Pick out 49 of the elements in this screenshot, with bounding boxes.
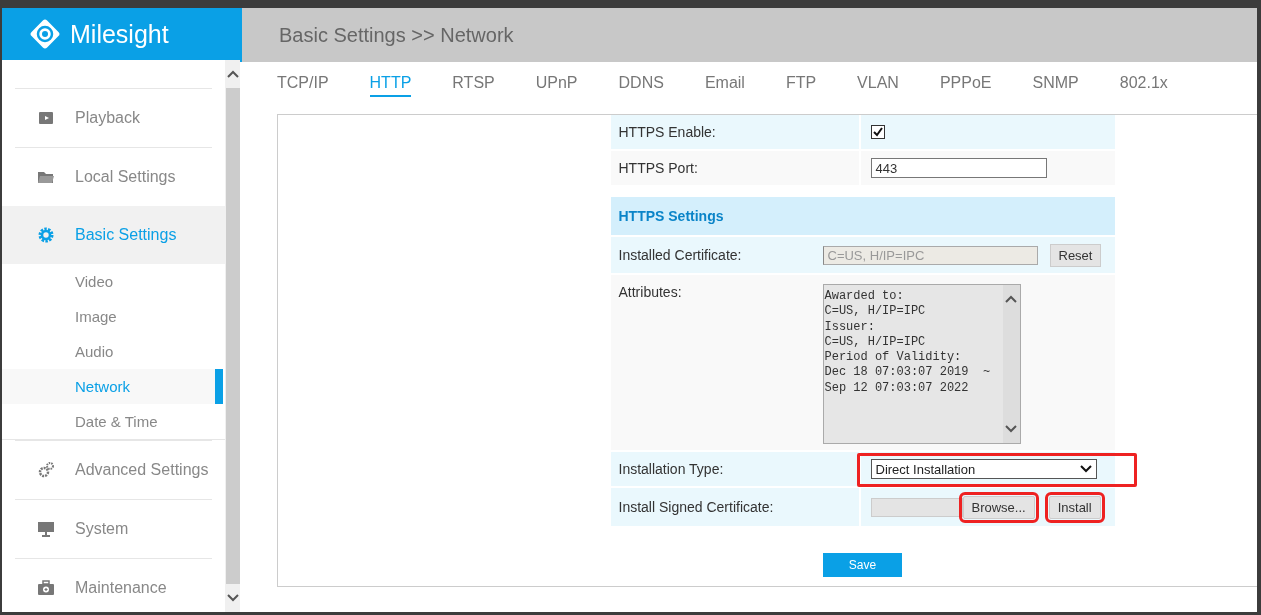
- file-path-field[interactable]: [870, 497, 963, 517]
- sidebar-subitem[interactable]: Video: [2, 264, 225, 299]
- field-label: Installation Type:: [610, 452, 859, 486]
- sidebar-subitem[interactable]: Audio: [2, 334, 225, 369]
- sidebar-subitem[interactable]: Date & Time: [2, 404, 225, 439]
- tab[interactable]: VLAN: [857, 73, 899, 97]
- scroll-down-icon[interactable]: [1005, 425, 1017, 433]
- sidebar-subitem[interactable]: Image: [2, 299, 225, 334]
- play-icon: [37, 109, 55, 127]
- sidebar-item[interactable]: Basic Settings: [2, 206, 225, 264]
- certificate-field: C=US, H/IP=IPC: [822, 245, 1038, 265]
- caret-icon: [1079, 465, 1092, 473]
- tab[interactable]: FTP: [785, 73, 817, 97]
- field-label: Attributes:: [617, 284, 683, 300]
- tab[interactable]: RTSP: [452, 73, 495, 97]
- sidebar-subitem[interactable]: Network: [2, 369, 223, 404]
- tab[interactable]: HTTP: [369, 73, 412, 97]
- page-title: Basic Settings >> Network: [279, 23, 514, 47]
- https-enable-checkbox[interactable]: [870, 125, 885, 139]
- gear-icon: [37, 226, 55, 244]
- field-label: Installed Certificate:: [617, 247, 743, 263]
- save-button[interactable]: Save: [823, 553, 902, 577]
- sidebar-item[interactable]: Maintenance: [15, 558, 212, 612]
- tab[interactable]: DDNS: [618, 73, 664, 97]
- installation-type-dropdown[interactable]: Direct Installation: [870, 459, 1097, 479]
- gears-icon: [37, 461, 55, 479]
- scroll-down-icon[interactable]: [226, 592, 239, 604]
- field-label: HTTPS Port:: [610, 151, 859, 185]
- attributes-text-area[interactable]: Awarded to: C=US, H/IP=IPC Issuer: C=US, H/IP=IPC Period of Validity: Dec 18 07:03:07 2019 ~ Sep 12 07:03:07 2022: [822, 284, 1021, 444]
- tab[interactable]: TCP/IP: [277, 73, 329, 97]
- field-label: Install Signed Certificate:: [610, 488, 859, 526]
- reset-button[interactable]: Reset: [1049, 243, 1102, 267]
- field-label: HTTPS Enable:: [610, 115, 859, 149]
- sidebar-item[interactable]: Playback: [15, 88, 212, 147]
- tab[interactable]: UPnP: [535, 73, 578, 97]
- tab[interactable]: PPPoE: [939, 73, 992, 97]
- sidebar-item[interactable]: Advanced Settings: [15, 440, 212, 499]
- scroll-up-icon[interactable]: [1005, 295, 1017, 303]
- scroll-up-icon[interactable]: [226, 68, 239, 80]
- logo-text: Milesight: [70, 19, 169, 49]
- port-field[interactable]: 443: [870, 158, 1047, 178]
- section-header: HTTPS Settings: [610, 197, 1115, 235]
- tab[interactable]: SNMP: [1032, 73, 1079, 97]
- tab[interactable]: 802.1x: [1119, 73, 1168, 97]
- monitor-icon: [37, 520, 55, 538]
- tab[interactable]: Email: [704, 73, 745, 97]
- toolbox-icon: [37, 579, 55, 597]
- scrollbar-thumb[interactable]: [225, 88, 240, 584]
- sidebar-item[interactable]: System: [15, 499, 212, 558]
